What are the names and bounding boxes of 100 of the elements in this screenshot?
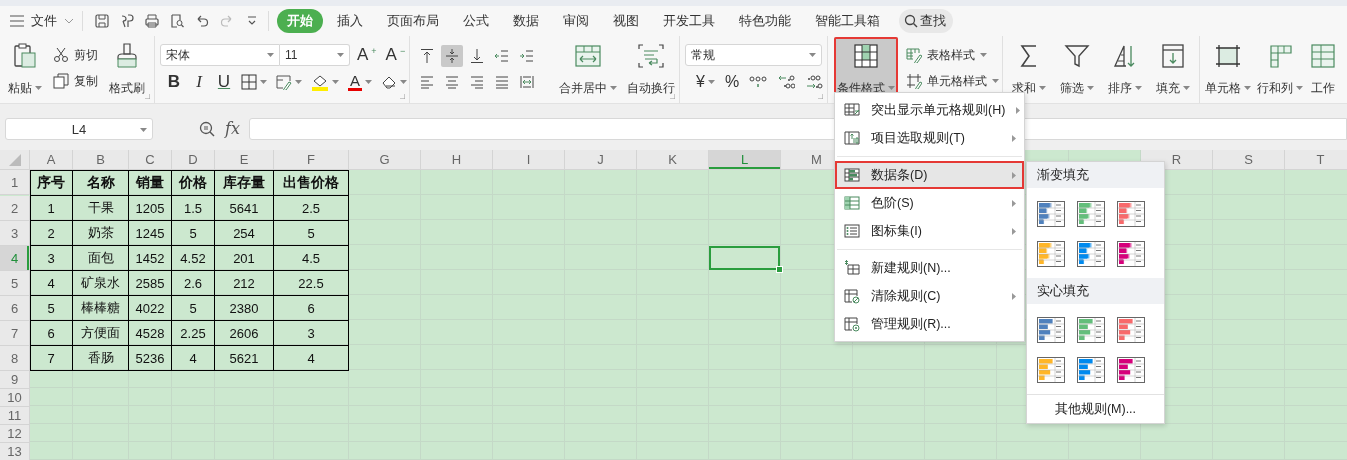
table-cell: 4528 [129,321,172,346]
font-size-button[interactable]: A + [355,44,379,66]
caret-icon [267,53,274,57]
align-top-icon [419,48,435,64]
row-header[interactable]: 5 [0,271,30,296]
column-header[interactable]: B [73,150,129,170]
menu-item[interactable]: 数据条(D) [835,161,1024,189]
column-header[interactable]: G [349,150,421,170]
ribbon-button[interactable]: 单元格 [1202,37,1254,100]
menu-item[interactable]: 新建规则(N)... [835,254,1024,282]
data-bar-style[interactable] [1037,317,1065,343]
fill-handle[interactable] [776,266,783,273]
file-menu[interactable]: 文件 [10,12,74,30]
borders-button[interactable] [238,71,270,93]
zoom-icon[interactable] [199,121,215,137]
save-icon[interactable] [94,13,110,29]
menu-item[interactable]: 其他规则(M)... [1054,400,1137,418]
ribbon-button[interactable]: 行和列 [1254,37,1306,100]
data-bar-style[interactable] [1117,201,1145,227]
printer-icon[interactable] [144,13,160,29]
data-bar-style[interactable] [1037,241,1065,267]
row-header[interactable]: 8 [0,346,30,371]
menu-item[interactable]: 项目选取规则(T) [835,124,1024,152]
ribbon-button[interactable]: 单元格样式 [902,68,1003,94]
ribbon-tab[interactable]: 特色功能 [727,9,803,33]
ribbon-tab[interactable]: 公式 [451,9,501,33]
format-icon[interactable] [119,13,135,29]
ribbon-button[interactable]: 剪切 [49,42,102,68]
number-format-field[interactable]: 常规 [685,44,822,66]
selected-cell[interactable] [709,246,781,271]
data-bar-style[interactable] [1117,317,1145,343]
function-label[interactable]: fx [225,118,240,140]
row-header[interactable]: 10 [0,389,30,407]
table-cell: 矿泉水 [73,271,129,296]
row-header[interactable]: 7 [0,321,30,346]
font-style-button[interactable]: B [163,71,185,93]
ribbon-tab[interactable]: 插入 [325,9,375,33]
percent-button[interactable]: % [721,71,743,93]
ribbon-tab[interactable]: 开发工具 [651,9,727,33]
ribbon-button[interactable]: 填充 [1153,37,1193,100]
data-bar-style[interactable] [1037,357,1065,383]
row-header[interactable]: 3 [0,221,30,246]
ribbon-button[interactable]: 格式刷 [106,37,148,100]
column-header[interactable]: I [493,150,565,170]
row-header[interactable]: 6 [0,296,30,321]
data-bar-style[interactable] [1077,201,1105,227]
currency-button[interactable]: ¥ [693,71,718,93]
data-bar-style[interactable] [1077,241,1105,267]
menu-item[interactable]: 管理规则(R)... [835,310,1024,338]
ribbon-button[interactable]: 合并居中 [556,37,620,100]
row-header[interactable]: 13 [0,443,30,460]
name-box[interactable]: L4 [5,118,153,140]
data-bar-style[interactable] [1117,241,1145,267]
ribbon-tab[interactable]: 智能工具箱 [803,9,892,33]
row-header[interactable]: 11 [0,407,30,425]
ribbon-button[interactable]: 自动换行 [624,37,678,100]
column-header[interactable]: E [215,150,274,170]
data-bar-style[interactable] [1117,357,1145,383]
data-bar-style[interactable] [1037,201,1065,227]
data-bar-style[interactable] [1077,357,1105,383]
column-header[interactable]: C [129,150,172,170]
section-title: 渐变填充 [1027,162,1164,188]
column-header[interactable]: K [637,150,709,170]
column-header[interactable]: J [565,150,637,170]
ribbon-button[interactable]: 表格样式 [902,42,1003,68]
column-header[interactable]: F [274,150,349,170]
ribbon-button[interactable]: 排序 [1105,37,1145,100]
print-preview-icon[interactable] [169,13,185,29]
ribbon-button[interactable]: 筛选 [1057,37,1097,100]
data-bar-style[interactable] [1077,317,1105,343]
menu-item[interactable]: 色阶(S) [835,189,1024,217]
column-header[interactable]: T [1285,150,1347,170]
font-style-button[interactable]: U [213,71,235,93]
ribbon-tab[interactable]: 页面布局 [375,9,451,33]
ribbon-tab[interactable]: 审阅 [551,9,601,33]
ribbon-button[interactable]: 复制 [49,68,102,94]
ribbon-button[interactable]: 粘贴 [5,37,45,100]
table-cell: 2.5 [274,196,349,221]
row-header[interactable]: 9 [0,371,30,389]
ribbon-button[interactable]: 工作 [1306,37,1340,100]
search-button[interactable]: 查找 [899,9,953,33]
column-header[interactable]: H [421,150,493,170]
font-color-button[interactable]: A [345,71,375,93]
wrap-text-icon [637,42,665,70]
font-size-button[interactable]: A − [383,44,408,66]
ribbon-tab[interactable]: 视图 [601,9,651,33]
row-header[interactable]: 2 [0,196,30,221]
borders-icon [241,74,257,90]
column-header[interactable]: S [1213,150,1285,170]
row-header[interactable]: 1 [0,170,30,195]
menu-item[interactable]: 清除规则(C) [835,282,1024,310]
merge-cells-icon [574,42,602,70]
column-header[interactable]: D [172,150,215,170]
font-name-field[interactable]: 宋体 [160,44,280,66]
font-style-button[interactable]: I [188,71,210,93]
column-header[interactable]: A [30,150,73,170]
menu-item[interactable]: 图标集(I) [835,217,1024,245]
row-header[interactable]: 12 [0,425,30,443]
font-size-field[interactable]: 11 [280,44,350,66]
ribbon-tab[interactable]: 数据 [501,9,551,33]
